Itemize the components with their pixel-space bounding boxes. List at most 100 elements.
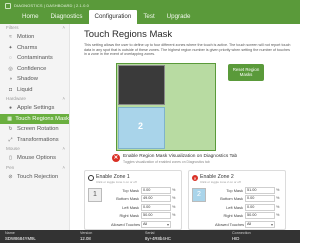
mask-input[interactable]: 0.00 [245,203,275,211]
allowed-touches-select[interactable]: All [141,220,171,228]
sidebar-item-label: Transformations [17,136,59,143]
field-unit: % [276,196,280,201]
footer-name: Name SDW8684YM9L [5,231,36,241]
tab-configuration[interactable]: Configuration [88,10,138,24]
sidebar-item-touch-regions-mask[interactable]: ▦ Touch Regions Mask [0,113,69,124]
reset-region-masks-button[interactable]: Reset Region Masks [228,64,264,81]
sidebar-section-label: Filters [6,25,19,30]
tab-home[interactable]: Home [16,10,45,24]
chevron-up-icon[interactable]: ˄ [62,24,65,32]
zone-field-left-mask: Left Mask 0.00% [111,203,179,212]
mask-input[interactable]: 0.00 [245,195,275,203]
radio-icon[interactable] [88,175,94,181]
field-label: Allowed Touches [215,221,245,227]
sidebar-section-hardware[interactable]: Hardware ˄ [0,95,69,103]
chevron-up-icon[interactable]: ˄ [62,164,65,172]
mask-input[interactable]: 50.00 [245,212,275,220]
chevron-up-icon[interactable]: ˄ [62,145,65,153]
field-label: Right Mask [223,213,243,219]
zone-subtitle: Click or toggle zone 2 on or off [200,180,241,184]
close-icon[interactable]: ✕ [192,175,198,181]
sidebar-section-label: Hardware [6,96,26,101]
field-unit: % [172,188,176,192]
visualization-toggle[interactable]: ✕ Enable Region Mask Visualization on Di… [112,154,262,168]
rotation-icon: ↻ [8,126,13,133]
zone-field-allowed-touches: Allowed Touches All [111,220,179,229]
field-label: Right Mask [119,213,139,219]
sidebar-item-confidence[interactable]: ◎ Confidence [0,64,69,75]
sidebar-item-contaminants[interactable]: ◌ Contaminants [0,53,69,64]
zone-number-badge: 2 [192,188,206,202]
menu-toggle-icon[interactable] [5,3,11,9]
confidence-icon: ◎ [8,65,13,72]
page-description: This setting allows the user to define u… [84,43,291,57]
field-label: Left Mask [226,204,243,210]
footer-serial: Serial 8y+4R8b4HC [145,231,171,241]
mask-input[interactable]: 50.00 [141,212,171,220]
sidebar: Filters ˄ ≈ Motion ✦ Charms ◌ Contaminants ◎ Conf… [0,24,70,230]
sidebar-item-label: Mouse Options [17,155,56,162]
region-preview[interactable]: 2 [116,63,216,151]
sidebar-item-shadow[interactable]: ◑ Shadow [0,74,69,85]
apple-icon: ● [8,105,13,112]
sidebar-item-mouse-options[interactable]: ▯ Mouse Options [0,153,69,164]
charms-icon: ✦ [8,44,13,51]
field-label: Left Mask [122,204,139,210]
mask-input[interactable]: 49.00 [141,195,171,203]
zone-field-top-mask: Top Mask 0.00% [111,187,179,195]
allowed-touches-select[interactable]: All [245,220,275,228]
main-nav: Home Diagnostics Configuration Test Upgr… [16,10,196,24]
status-footer: Name SDW8684YM9L Version 12.08 Serial 8y… [0,230,300,243]
field-label: Top Mask [122,188,139,193]
zone-2-enable-toggle[interactable]: ✕ Enable Zone 2 Click or toggle zone 2 on … [192,174,284,184]
zone-1-card: Enable Zone 1 Click or toggle zone 1 on o… [84,170,182,230]
sidebar-item-touch-rejection[interactable]: ⊘ Touch Rejection [0,172,69,183]
top-bar: DIAGNOSTICS | DASHBOARD | 2.1.0.0 Home D… [0,0,300,24]
sidebar-item-label: Shadow [17,76,38,83]
mouse-icon: ▯ [9,155,12,162]
zone-field-bottom-mask: Bottom Mask 49.00% [111,195,179,203]
sidebar-item-screen-rotation[interactable]: ↻ Screen Rotation [0,124,69,135]
zone-2-number: 2 [138,121,144,131]
field-unit: % [172,204,176,209]
sidebar-section-pen[interactable]: Pen ˄ [0,164,69,172]
rejection-icon: ⊘ [8,173,13,180]
zone-field-left-mask: Left Mask 0.00% [215,203,283,212]
mask-input[interactable]: 0.00 [141,203,171,211]
chevron-up-icon[interactable]: ˄ [62,95,65,103]
sidebar-item-motion[interactable]: ≈ Motion [0,32,69,43]
main-content: Touch Regions Mask This setting allows t… [72,24,300,230]
regions-mask-icon: ▦ [7,115,12,122]
motion-icon: ≈ [9,34,12,41]
mask-input[interactable]: 51.00 [245,187,275,194]
sidebar-item-liquid[interactable]: ◘ Liquid [0,85,69,96]
contaminants-icon: ◌ [9,55,12,62]
close-icon[interactable]: ✕ [112,154,120,162]
zone-field-allowed-touches: Allowed Touches All [215,220,283,229]
sidebar-section-mouse[interactable]: Mouse ˄ [0,145,69,153]
zone-field-bottom-mask: Bottom Mask 0.00% [215,195,283,203]
field-unit: % [276,188,280,192]
liquid-icon: ◘ [8,86,13,93]
sidebar-item-apple-settings[interactable]: ● Apple Settings [0,103,69,114]
footer-connection: Connection HID [232,231,251,241]
mask-input[interactable]: 0.00 [141,187,171,194]
tab-upgrade[interactable]: Upgrade [161,10,197,24]
zone-1-region[interactable] [118,65,165,105]
sidebar-item-charms[interactable]: ✦ Charms [0,43,69,54]
zone-1-enable-toggle[interactable]: Enable Zone 1 Click or toggle zone 1 on o… [88,174,180,184]
app-brand: DIAGNOSTICS | DASHBOARD | 2.1.0.0 [14,3,89,8]
zone-subtitle: Click or toggle zone 1 on or off [96,180,137,184]
field-unit: % [172,196,176,201]
sidebar-section-label: Pen [6,164,15,170]
sidebar-item-label: Touch Rejection [17,173,59,180]
zone-number-badge: 1 [88,188,102,202]
sidebar-section-filters[interactable]: Filters ˄ [0,24,69,32]
field-label: Top Mask [226,188,243,193]
field-unit: % [276,204,280,209]
sidebar-item-label: Contaminants [17,55,53,62]
tab-test[interactable]: Test [137,10,160,24]
sidebar-item-transformations[interactable]: ⤢ Transformations [0,135,69,146]
zone-2-region[interactable]: 2 [118,107,165,149]
tab-diagnostics[interactable]: Diagnostics [45,10,89,24]
